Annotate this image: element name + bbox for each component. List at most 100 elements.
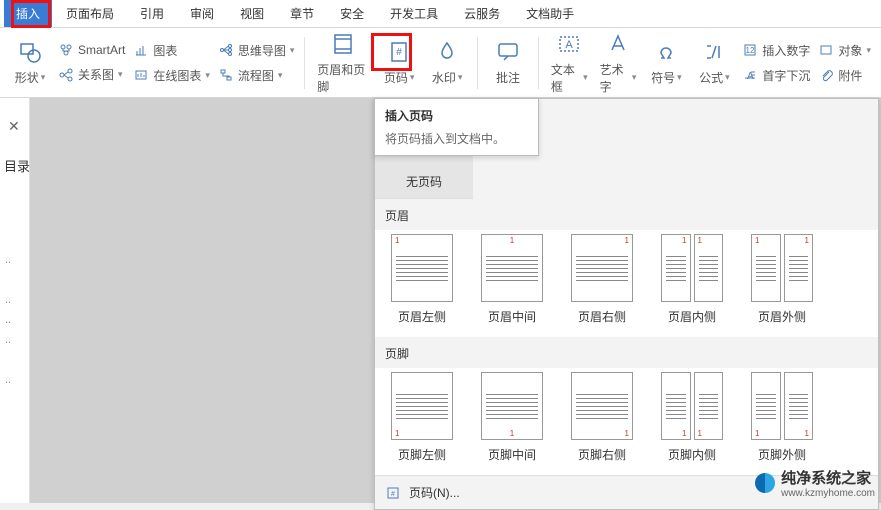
tab-section[interactable]: 章节	[278, 0, 326, 27]
header-footer-button[interactable]: 页眉和页脚	[311, 27, 375, 99]
page-number-icon: #	[386, 39, 412, 65]
toc-label: 目录	[4, 156, 30, 175]
insert-number-icon: 12	[742, 42, 758, 58]
footer-inside-option[interactable]: 1 1 页脚内侧	[661, 372, 723, 463]
tab-insert[interactable]: 插入	[4, 0, 52, 27]
ribbon-separator	[477, 37, 478, 89]
chevron-down-icon: ▾	[118, 69, 123, 80]
dropcap-button[interactable]: A 首字下沉	[738, 65, 814, 86]
insert-number-button[interactable]: 12插入数字	[738, 40, 814, 61]
chart-label: 图表	[153, 42, 177, 59]
dropcap-icon: A	[742, 67, 758, 83]
footer-left-option[interactable]: 1 页脚左侧	[391, 372, 453, 463]
wordart-button[interactable]: 艺术字▾	[594, 27, 643, 99]
thumb-label: 页脚左侧	[398, 446, 446, 463]
header-section-label: 页眉	[375, 199, 878, 230]
chevron-down-icon: ▾	[583, 72, 588, 83]
tab-cloud[interactable]: 云服务	[452, 0, 512, 27]
page-number-icon: #	[385, 485, 401, 501]
sidebar-marker: ..	[5, 290, 11, 310]
footer-options-row: 1 页脚左侧 1 页脚中间 1 页脚右侧 1 1 页脚内侧 1 1 页脚外侧	[375, 368, 878, 475]
chevron-down-icon: ▾	[458, 72, 463, 83]
chart-icon	[133, 42, 149, 58]
tab-developer[interactable]: 开发工具	[378, 0, 450, 27]
page-number-label: 页码	[384, 69, 408, 86]
footer-section-label: 页脚	[375, 337, 878, 368]
dropcap-label: 首字下沉	[762, 67, 810, 84]
comments-label: 批注	[496, 69, 520, 86]
relation-icon	[58, 67, 74, 83]
thumb-label: 页脚外侧	[758, 446, 806, 463]
page-number-tooltip: 插入页码 将页码插入到文档中。	[374, 98, 539, 156]
chart-button[interactable]: 图表	[129, 40, 214, 61]
symbol-button[interactable]: 符号▾	[642, 35, 690, 90]
equation-button[interactable]: 公式▾	[690, 35, 738, 90]
tab-review[interactable]: 审阅	[178, 0, 226, 27]
svg-text:A: A	[747, 71, 754, 82]
equation-icon	[701, 39, 727, 65]
flowchart-label: 流程图	[238, 67, 274, 84]
sidebar-marker: ..	[5, 330, 11, 350]
shapes-button[interactable]: 形状▾	[6, 35, 54, 90]
header-center-option[interactable]: 1 页眉中间	[481, 234, 543, 325]
watermark-icon	[434, 39, 460, 65]
comments-button[interactable]: 批注	[484, 35, 532, 90]
flowchart-button[interactable]: 流程图 ▾	[214, 65, 299, 86]
chevron-down-icon: ▾	[725, 72, 730, 83]
tab-view[interactable]: 视图	[228, 0, 276, 27]
site-watermark: 纯净系统之家 www.kzmyhome.com	[755, 467, 875, 499]
footer-outside-option[interactable]: 1 1 页脚外侧	[751, 372, 813, 463]
mindmap-icon	[218, 42, 234, 58]
smartart-label: SmartArt	[78, 43, 125, 57]
page-number-button[interactable]: # 页码▾	[375, 35, 423, 90]
shapes-label: 形状	[15, 69, 39, 86]
tab-security[interactable]: 安全	[328, 0, 376, 27]
wordart-icon	[605, 31, 631, 57]
ribbon-separator	[538, 37, 539, 89]
thumb-label: 页脚中间	[488, 446, 536, 463]
header-footer-icon	[330, 31, 356, 57]
footer-right-option[interactable]: 1 页脚右侧	[571, 372, 633, 463]
smartart-button[interactable]: SmartArt	[54, 40, 129, 60]
chevron-down-icon: ▾	[677, 72, 682, 83]
header-footer-label: 页眉和页脚	[317, 61, 369, 95]
watermark-logo-icon	[755, 473, 775, 493]
tab-page-layout[interactable]: 页面布局	[54, 0, 126, 27]
tooltip-body: 将页码插入到文档中。	[385, 130, 528, 147]
header-inside-option[interactable]: 1 1 页眉内侧	[661, 234, 723, 325]
ribbon-separator	[304, 37, 305, 89]
footer-center-option[interactable]: 1 页脚中间	[481, 372, 543, 463]
page-number-dropdown: 无页码 页眉 1 页眉左侧 1 页眉中间 1 页眉右侧 1 1 页眉内侧 1 1	[374, 98, 879, 510]
textbox-icon: A	[556, 31, 582, 57]
tab-strip: 插入 页面布局 引用 审阅 视图 章节 安全 开发工具 云服务 文档助手	[0, 0, 881, 28]
mindmap-button[interactable]: 思维导图▾	[214, 40, 299, 61]
comments-icon	[495, 39, 521, 65]
insert-number-label: 插入数字	[762, 42, 810, 59]
textbox-button[interactable]: A 文本框▾	[545, 27, 594, 99]
tab-references[interactable]: 引用	[128, 0, 176, 27]
header-left-option[interactable]: 1 页眉左侧	[391, 234, 453, 325]
online-chart-button[interactable]: 在线图表▾	[129, 65, 214, 86]
ribbon: 形状▾ SmartArt 关系图▾ 图表 在线图表▾ 思维导图▾ 流程图▾ 页眉…	[0, 28, 881, 98]
attachment-label: 附件	[838, 67, 862, 84]
object-label: 对象	[838, 42, 862, 59]
tab-doc-assistant[interactable]: 文档助手	[514, 0, 586, 27]
header-right-option[interactable]: 1 页眉右侧	[571, 234, 633, 325]
object-button[interactable]: 对象▾	[814, 40, 875, 61]
textbox-label: 文本框	[551, 61, 581, 95]
watermark-button[interactable]: 水印▾	[423, 35, 471, 90]
no-page-label: 无页码	[406, 173, 442, 190]
shapes-icon	[17, 39, 43, 65]
page-number-dialog-label: 页码(N)...	[409, 484, 460, 501]
watermark-title: 纯净系统之家	[781, 467, 875, 488]
relation-button[interactable]: 关系图▾	[54, 64, 129, 85]
header-outside-option[interactable]: 1 1 页眉外侧	[751, 234, 813, 325]
smartart-icon	[58, 42, 74, 58]
chevron-down-icon: ▾	[278, 70, 283, 81]
thumb-label: 页眉左侧	[398, 308, 446, 325]
online-chart-icon	[133, 67, 149, 83]
close-icon[interactable]: ✕	[8, 118, 20, 135]
tooltip-title: 插入页码	[385, 107, 528, 124]
attachment-button[interactable]: 附件	[814, 65, 875, 86]
thumb-label: 页脚内侧	[668, 446, 716, 463]
